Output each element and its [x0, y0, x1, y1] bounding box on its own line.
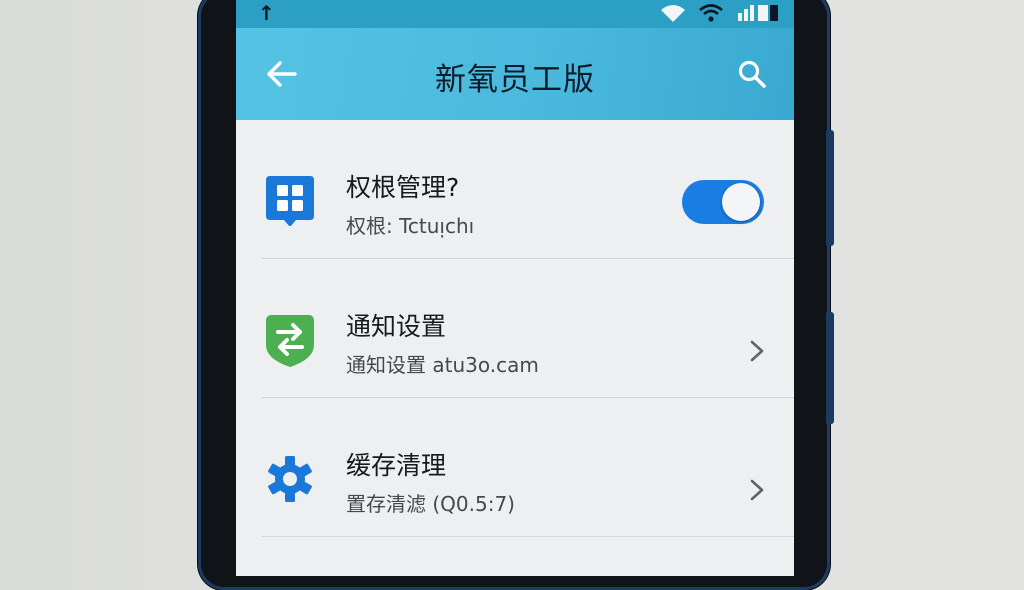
settings-item-title: 缓存清理 [346, 451, 447, 480]
toggle-knob [722, 183, 760, 221]
settings-item-title: 通知设置 [346, 312, 447, 341]
settings-item-permissions[interactable]: 权根管理? 权根: Tctuᴉchı [236, 120, 794, 259]
page-title: 新氧员工版 [435, 62, 595, 98]
divider [262, 536, 794, 537]
wifi-icon [699, 4, 723, 22]
settings-item-subtitle: 权根: Tctuᴉchı [346, 214, 475, 238]
settings-item-clear-cache[interactable]: 缓存清理 置存清滤 (Q0.5:7) [236, 398, 794, 537]
search-button[interactable] [736, 58, 768, 90]
settings-item-title: 权根管理? [346, 173, 460, 202]
signal-battery-icon [738, 5, 778, 21]
chevron-right-icon [750, 479, 764, 501]
upload-arrow-icon: ↑ [258, 1, 275, 25]
phone-screen: ↑ 新氧员工版 权根管理? 权根: Tctuᴉchı 通知设置 通知设置 atu… [236, 0, 794, 576]
swap-arrows-shield-icon [266, 315, 314, 367]
app-bar: 新氧员工版 [236, 28, 794, 120]
settings-item-subtitle: 通知设置 atu3o.cam [346, 353, 539, 377]
settings-list: 权根管理? 权根: Tctuᴉchı 通知设置 通知设置 atu3o.cam 缓… [236, 120, 794, 537]
settings-item-notifications[interactable]: 通知设置 通知设置 atu3o.cam [236, 259, 794, 398]
phone-side-button [826, 312, 834, 424]
status-bar: ↑ [236, 0, 794, 28]
search-icon [738, 60, 766, 88]
settings-item-subtitle: 置存清滤 (Q0.5:7) [346, 492, 515, 516]
grid-chat-icon [266, 176, 314, 227]
permissions-toggle[interactable] [682, 180, 764, 224]
chevron-right-icon [750, 340, 764, 362]
phone-side-button [826, 130, 834, 246]
gear-icon [266, 454, 314, 504]
status-icons [660, 2, 780, 24]
wifi-icon [661, 5, 685, 22]
